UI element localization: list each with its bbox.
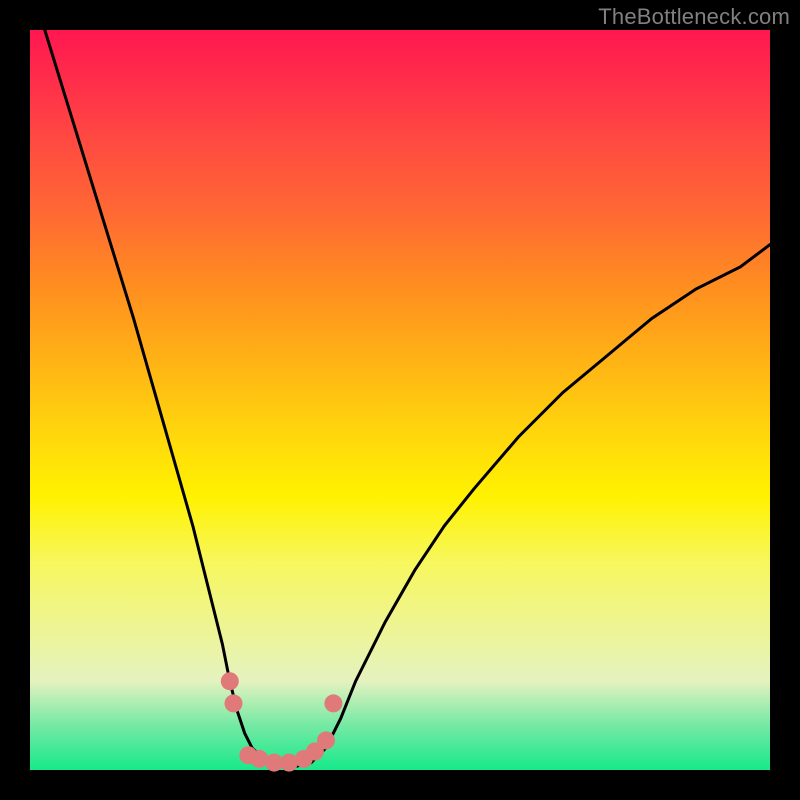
curve-layer <box>30 30 770 770</box>
plot-area <box>30 30 770 770</box>
trough-dot-0 <box>221 672 239 690</box>
watermark-text: TheBottleneck.com <box>598 4 790 30</box>
series-right-arm <box>311 245 770 763</box>
chart-frame: TheBottleneck.com <box>0 0 800 800</box>
series-left-arm <box>45 30 311 766</box>
trough-dot-9 <box>324 694 342 712</box>
trough-dot-8 <box>317 731 335 749</box>
trough-dot-1 <box>225 694 243 712</box>
